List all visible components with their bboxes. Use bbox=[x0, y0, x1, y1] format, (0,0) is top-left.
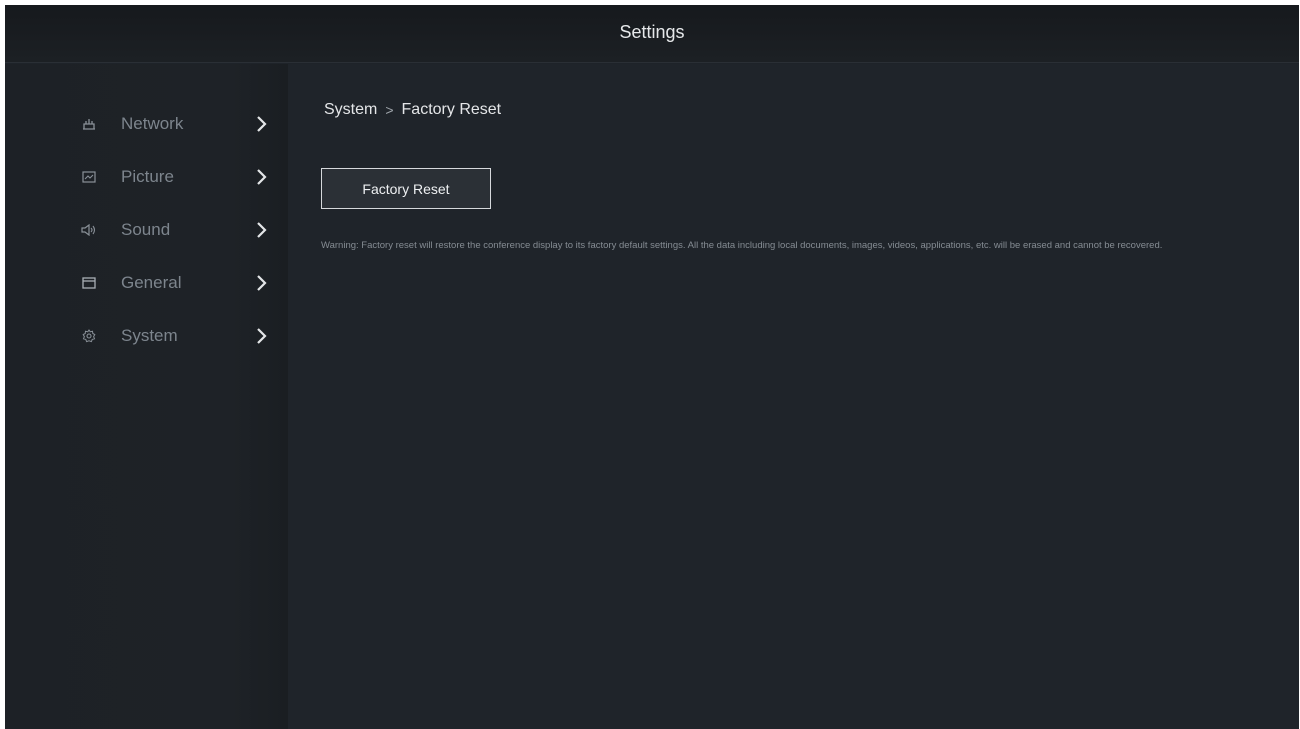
sidebar-item-general[interactable]: General bbox=[5, 263, 288, 303]
content-panel: System > Factory Reset Factory Reset War… bbox=[288, 64, 1299, 729]
page-title: Settings bbox=[619, 22, 685, 42]
speaker-icon bbox=[81, 220, 97, 240]
sidebar-item-label: General bbox=[121, 273, 182, 292]
picture-icon bbox=[81, 167, 97, 187]
sidebar-item-label: System bbox=[121, 326, 178, 345]
gear-icon bbox=[81, 326, 97, 346]
warning-text: Warning: Factory reset will restore the … bbox=[321, 240, 1163, 251]
sidebar-item-label: Picture bbox=[121, 167, 174, 186]
chevron-right-icon bbox=[255, 325, 269, 347]
title-bar: Settings bbox=[5, 5, 1299, 63]
breadcrumb: System > Factory Reset bbox=[324, 101, 501, 119]
sidebar-item-system[interactable]: System bbox=[5, 316, 288, 356]
sidebar-item-label: Sound bbox=[121, 220, 171, 239]
sidebar-item-sound[interactable]: Sound bbox=[5, 210, 288, 250]
factory-reset-button[interactable]: Factory Reset bbox=[321, 168, 491, 209]
settings-screen: Settings Network Picture Sound General S… bbox=[5, 5, 1299, 729]
chevron-right-icon bbox=[255, 113, 269, 135]
chevron-right-icon bbox=[255, 166, 269, 188]
breadcrumb-parent[interactable]: System bbox=[324, 101, 377, 119]
sidebar-item-label: Network bbox=[121, 114, 184, 133]
breadcrumb-current: Factory Reset bbox=[401, 101, 502, 118]
breadcrumb-separator: > bbox=[385, 102, 394, 118]
chevron-right-icon bbox=[255, 272, 269, 294]
general-icon bbox=[81, 273, 97, 293]
sidebar-item-network[interactable]: Network bbox=[5, 104, 288, 144]
sidebar: Network Picture Sound General System bbox=[5, 64, 288, 729]
network-icon bbox=[81, 114, 97, 134]
sidebar-item-picture[interactable]: Picture bbox=[5, 157, 288, 197]
chevron-right-icon bbox=[255, 219, 269, 241]
